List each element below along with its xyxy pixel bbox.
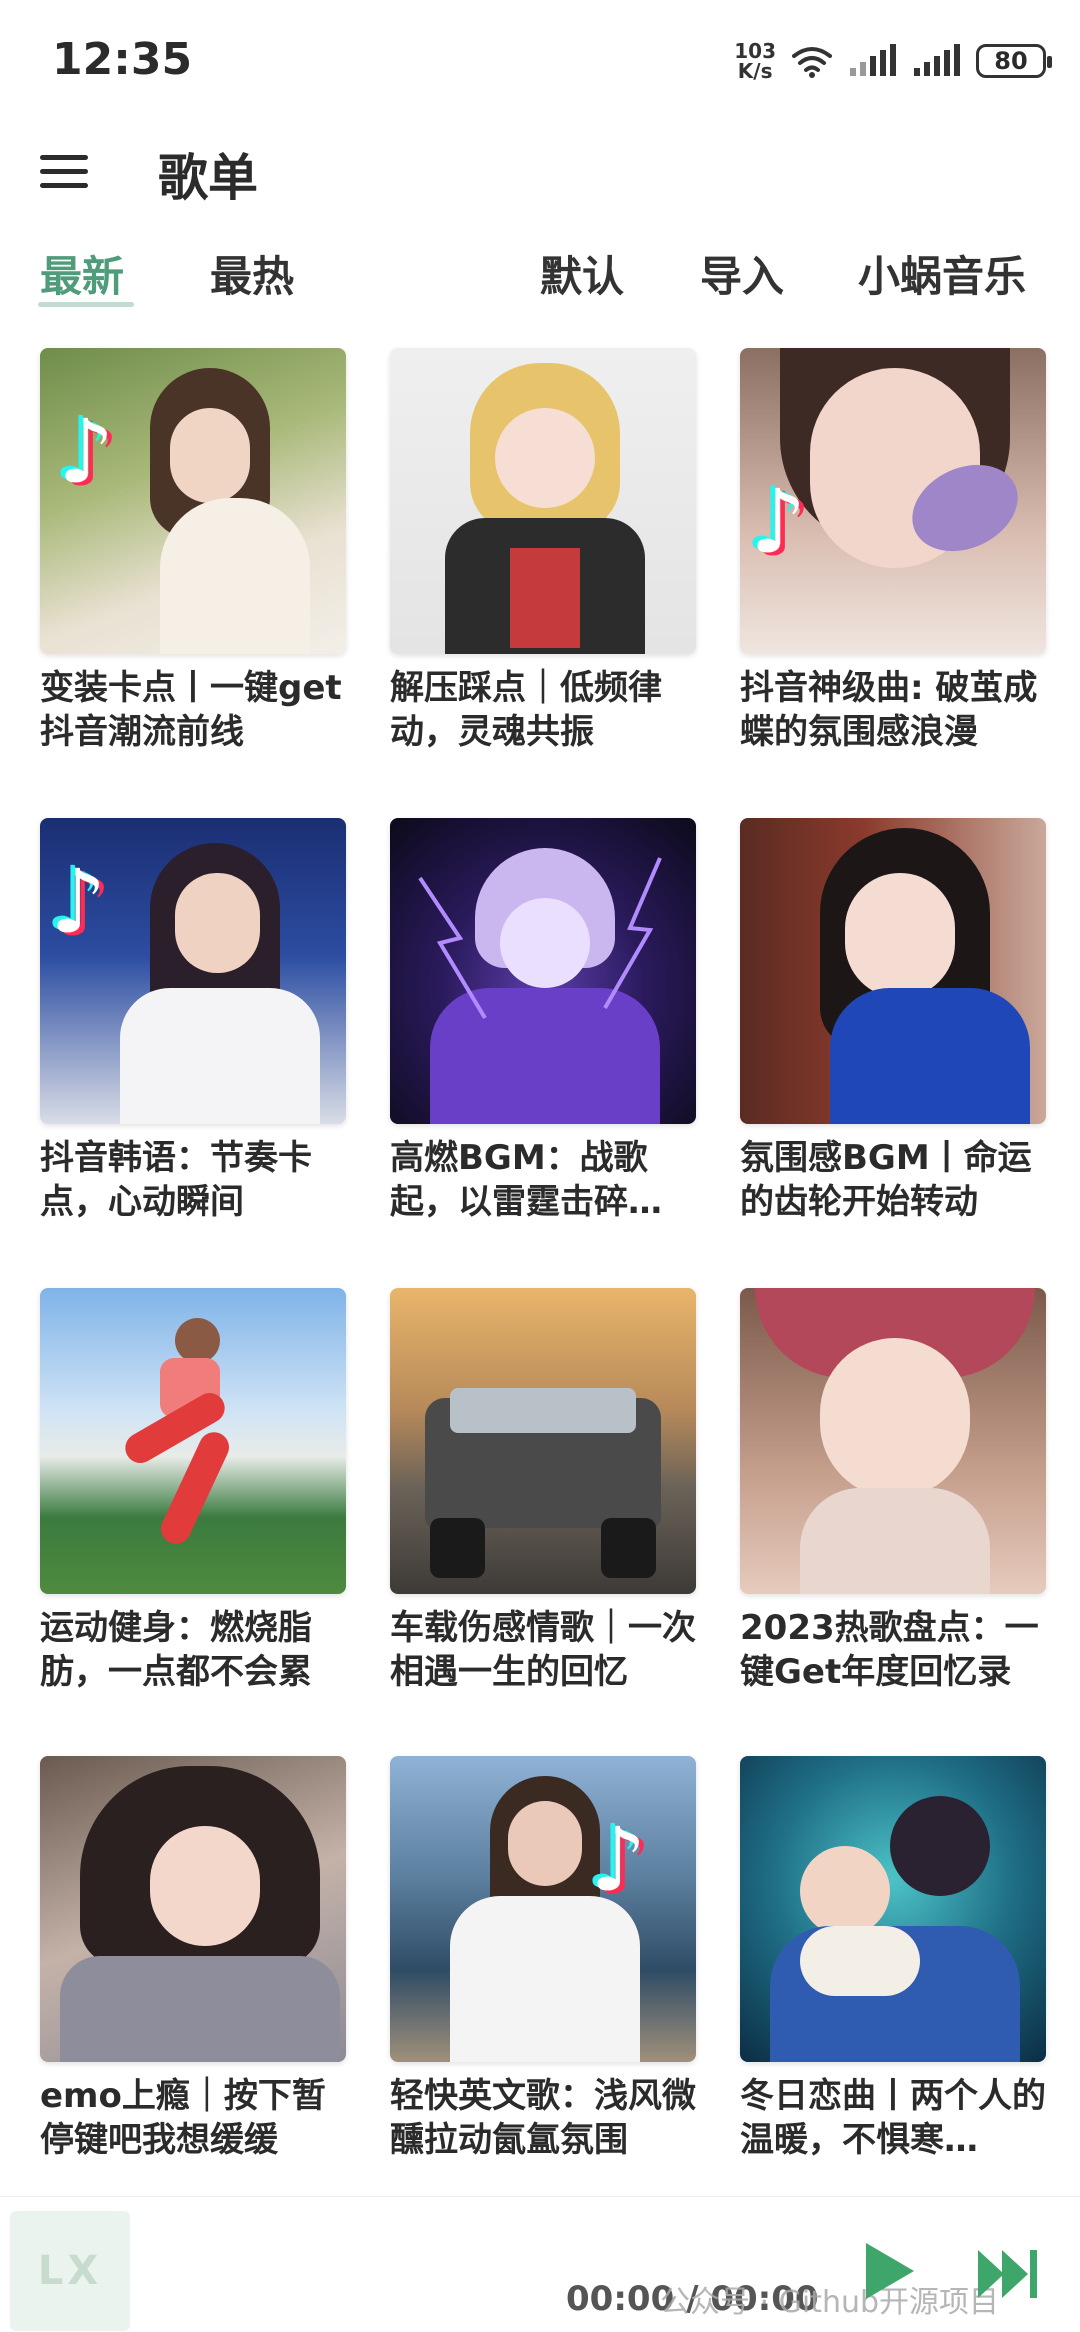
playlist-card[interactable]: ♪ 抖音神级曲: 破茧成蝶的氛围感浪漫	[740, 348, 1046, 754]
play-icon[interactable]	[862, 2239, 918, 2303]
playlist-title: 变装卡点丨一键get抖音潮流前线	[40, 668, 342, 752]
playlist-card[interactable]: 运动健身：燃烧脂肪，一点都不会累	[40, 1288, 346, 1694]
playlist-title: 轻快英文歌：浅风微醺拉动氤氲氛围	[390, 2076, 696, 2160]
battery-icon: 80	[976, 44, 1052, 78]
playlist-card[interactable]: 冬日恋曲丨两个人的温暖，不惧寒…	[740, 1756, 1046, 2162]
tab-default[interactable]: 默认	[540, 243, 624, 304]
playlist-card[interactable]: 氛围感BGM丨命运的齿轮开始转动	[740, 818, 1046, 1224]
playlist-title: 2023热歌盘点：一键Get年度回忆录	[740, 1608, 1039, 1692]
lightning-decoration	[418, 857, 662, 1020]
top-bar: 歌单	[0, 120, 1080, 230]
playlist-cover	[740, 818, 1046, 1124]
playlist-title: 车载伤感情歌｜一次相遇一生的回忆	[390, 1608, 696, 1692]
status-bar: 12:35 103 K/s 80	[0, 0, 1080, 120]
tiktok-note-icon: ♪	[50, 850, 107, 953]
playlist-title: 抖音韩语：节奏卡点，心动瞬间	[40, 1138, 312, 1222]
playlist-card[interactable]: 2023热歌盘点：一键Get年度回忆录	[740, 1288, 1046, 1694]
playlist-card[interactable]: ♪ 抖音韩语：节奏卡点，心动瞬间	[40, 818, 346, 1224]
page-title: 歌单	[158, 149, 258, 207]
player-bar: LX 00:00 / 00:00 公众号 · Github开源项目	[0, 2196, 1080, 2332]
playlist-title: 氛围感BGM丨命运的齿轮开始转动	[740, 1138, 1032, 1222]
signal-icon	[850, 44, 896, 76]
playlist-cover: ♪	[40, 818, 346, 1124]
tiktok-note-icon: ♪	[58, 400, 115, 503]
tab-source[interactable]: 小蜗音乐	[858, 243, 1026, 304]
wifi-icon	[792, 47, 832, 78]
playlist-card[interactable]: ♪ 变装卡点丨一键get抖音潮流前线	[40, 348, 346, 754]
playlist-cover	[740, 1756, 1046, 2062]
playlist-title: 冬日恋曲丨两个人的温暖，不惧寒…	[740, 2076, 1046, 2160]
tab-latest[interactable]: 最新	[40, 243, 124, 304]
playlist-cover: ♪	[740, 348, 1046, 654]
skip-next-icon[interactable]	[976, 2247, 1040, 2301]
playlist-title: emo上瘾｜按下暂停键吧我想缓缓	[40, 2076, 326, 2160]
tab-hottest[interactable]: 最热	[210, 243, 294, 304]
playlist-cover	[390, 818, 696, 1124]
playlist-cover	[40, 1756, 346, 2062]
signal-icon-2	[914, 44, 960, 76]
playlist-title: 解压踩点｜低频律动，灵魂共振	[390, 668, 662, 752]
playlist-cover	[390, 1288, 696, 1594]
watermark-text: 公众号 · Github开源项目	[660, 2285, 1000, 2320]
tiktok-note-icon: ♪	[750, 470, 807, 573]
hamburger-menu-icon[interactable]	[40, 146, 92, 198]
playlist-card[interactable]: emo上瘾｜按下暂停键吧我想缓缓	[40, 1756, 346, 2162]
playlist-card[interactable]: 车载伤感情歌｜一次相遇一生的回忆	[390, 1288, 696, 1694]
tab-active-indicator	[38, 302, 134, 307]
playlist-cover: ♪	[390, 1756, 696, 2062]
tab-import[interactable]: 导入	[700, 243, 784, 304]
status-time: 12:35	[52, 34, 193, 85]
playlist-title: 高燃BGM：战歌起，以雷霆击碎…	[390, 1138, 662, 1222]
tabs-bar: 最新 最热 默认 导入 小蜗音乐	[0, 235, 1080, 315]
network-speed-unit: K/s	[737, 59, 773, 83]
playlist-cover	[740, 1288, 1046, 1594]
playlist-cover	[390, 348, 696, 654]
playlist-cover	[40, 1288, 346, 1594]
playlist-title: 运动健身：燃烧脂肪，一点都不会累	[40, 1608, 312, 1692]
playlist-card[interactable]: 解压踩点｜低频律动，灵魂共振	[390, 348, 696, 754]
network-speed: 103 K/s	[734, 41, 776, 81]
playlist-card[interactable]: 高燃BGM：战歌起，以雷霆击碎…	[390, 818, 696, 1224]
playlist-cover: ♪	[40, 348, 346, 654]
player-album-art[interactable]: LX	[10, 2211, 130, 2331]
playlist-card[interactable]: ♪ 轻快英文歌：浅风微醺拉动氤氲氛围	[390, 1756, 696, 2162]
tiktok-note-icon: ♪	[590, 1808, 647, 1911]
playlist-title: 抖音神级曲: 破茧成蝶的氛围感浪漫	[740, 668, 1038, 752]
status-icons: 103 K/s 80	[734, 36, 1052, 86]
network-speed-value: 103	[734, 39, 776, 63]
